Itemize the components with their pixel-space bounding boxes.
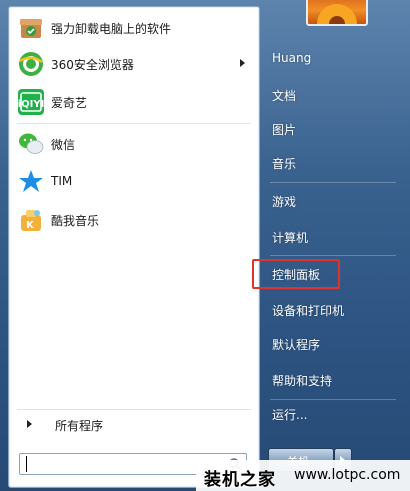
- start-menu: 强力卸载电脑上的软件 360安全浏览器 iQIYI 爱奇艺 微信 TIM K 酷…: [0, 0, 410, 491]
- right-item-label: 图片: [272, 123, 297, 137]
- search-input[interactable]: [26, 456, 217, 472]
- 360-browser-icon: [19, 52, 43, 76]
- programs-panel: 强力卸载电脑上的软件 360安全浏览器 iQIYI 爱奇艺 微信 TIM K 酷…: [8, 6, 260, 488]
- right-item-label: 默认程序: [272, 338, 321, 352]
- right-item-devices-printers[interactable]: 设备和打印机: [266, 297, 402, 323]
- iqiyi-icon: iQIYI: [18, 89, 45, 115]
- program-label: 360安全浏览器: [51, 58, 134, 72]
- program-item-kuwo-music[interactable]: K 酷我音乐: [13, 203, 253, 237]
- right-item-label: 计算机: [272, 231, 309, 245]
- program-label: 酷我音乐: [51, 214, 100, 228]
- programs-separator: [17, 123, 251, 124]
- program-label: 微信: [51, 138, 76, 152]
- right-item-label: 音乐: [272, 157, 297, 171]
- right-item-default-programs[interactable]: 默认程序: [266, 331, 402, 357]
- submenu-arrow-icon[interactable]: [240, 59, 245, 67]
- right-item-label: 帮助和支持: [272, 374, 333, 388]
- right-item-label: Huang: [272, 51, 312, 65]
- svg-text:K: K: [26, 220, 35, 231]
- right-item-label: 设备和打印机: [272, 304, 345, 318]
- right-item-label: 运行...: [272, 408, 308, 422]
- all-programs-label: 所有程序: [55, 419, 104, 433]
- user-picture[interactable]: [306, 0, 368, 26]
- expand-arrow-icon: [27, 420, 32, 428]
- program-label: 强力卸载电脑上的软件: [51, 22, 172, 36]
- all-programs-button[interactable]: 所有程序: [17, 413, 251, 435]
- right-separator: [270, 255, 396, 256]
- flower-image-icon: [317, 4, 357, 24]
- program-item-360-browser[interactable]: 360安全浏览器: [13, 47, 253, 81]
- right-item-pictures[interactable]: 图片: [266, 116, 402, 142]
- program-item-wechat[interactable]: 微信: [13, 127, 253, 161]
- all-programs-separator: [17, 409, 251, 410]
- watermark-brand: 装机之家: [204, 470, 276, 490]
- right-item-label: 文档: [272, 89, 297, 103]
- program-item-uninstaller[interactable]: 强力卸载电脑上的软件: [13, 11, 253, 45]
- svg-text:iQIYI: iQIYI: [18, 99, 45, 110]
- watermark: 装机之家 www.lotpc.com: [196, 460, 410, 491]
- right-item-help-support[interactable]: 帮助和支持: [266, 367, 402, 393]
- tim-icon: [19, 170, 43, 192]
- right-item-computer[interactable]: 计算机: [266, 224, 402, 250]
- right-item-documents[interactable]: 文档: [266, 82, 402, 108]
- control-panel-highlight-box: [252, 259, 340, 289]
- wechat-icon: [19, 133, 44, 154]
- watermark-url: www.lotpc.com: [294, 467, 401, 483]
- right-separator: [270, 182, 396, 183]
- right-item-user[interactable]: Huang: [266, 46, 402, 72]
- program-label: 爱奇艺: [51, 96, 88, 110]
- right-item-label: 游戏: [272, 195, 297, 209]
- program-item-iqiyi[interactable]: iQIYI 爱奇艺: [13, 85, 253, 119]
- program-item-tim[interactable]: TIM: [13, 165, 253, 199]
- right-item-games[interactable]: 游戏: [266, 188, 402, 214]
- uninstall-box-icon: [20, 19, 42, 38]
- right-item-run[interactable]: 运行...: [266, 401, 402, 427]
- right-separator: [270, 399, 396, 400]
- right-item-music[interactable]: 音乐: [266, 150, 402, 176]
- kuwo-music-icon: K: [21, 210, 41, 231]
- program-label: TIM: [51, 174, 73, 188]
